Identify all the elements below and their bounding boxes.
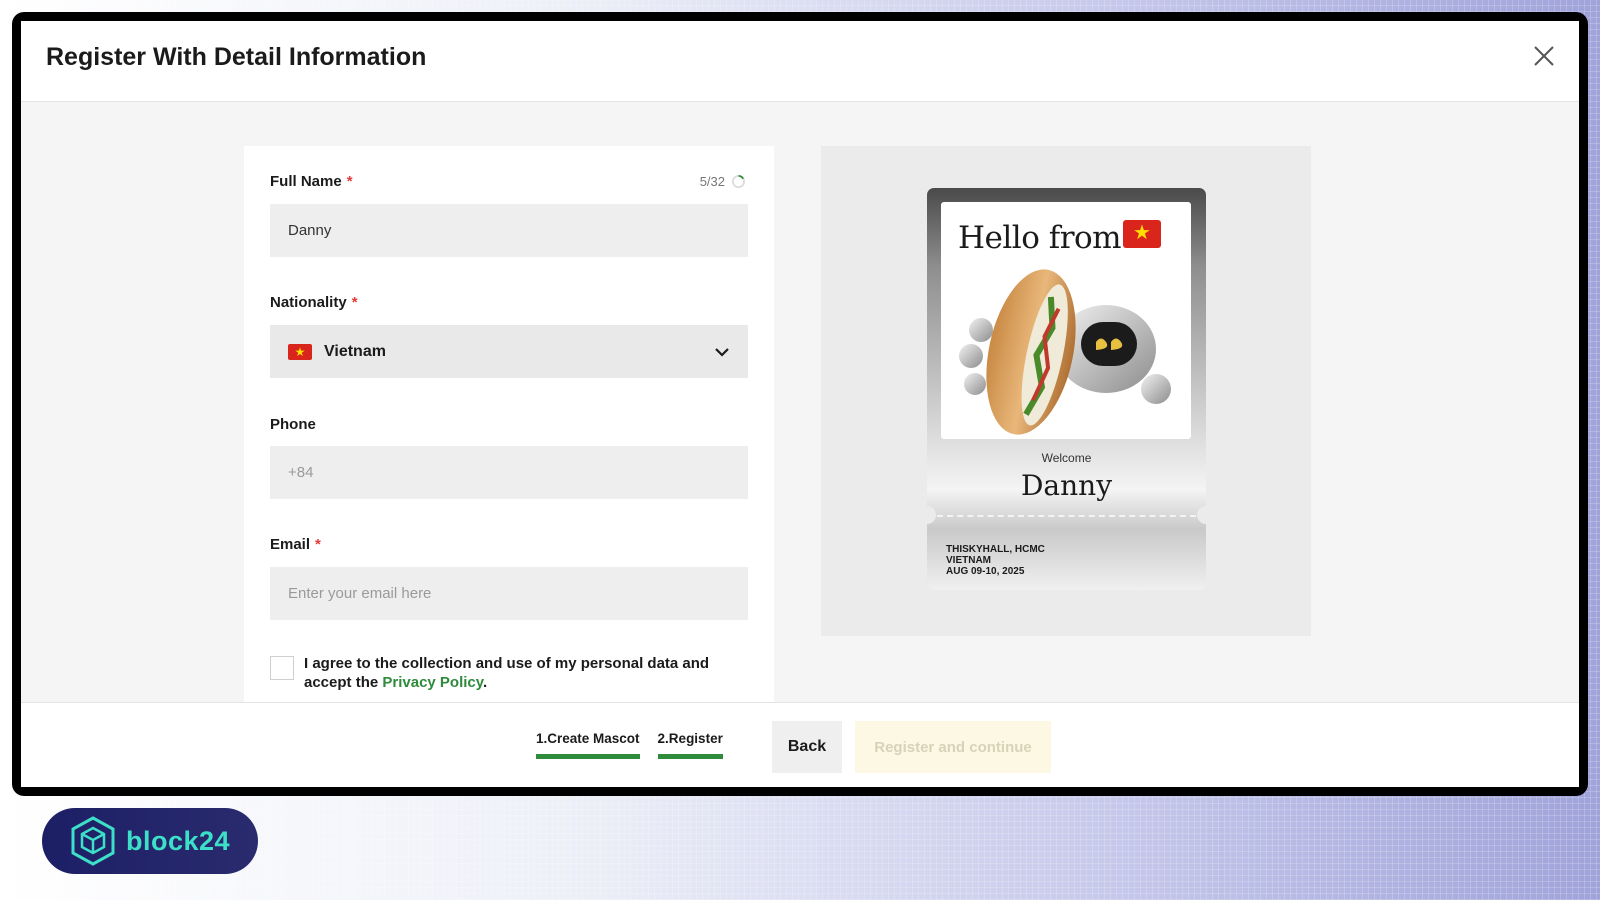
progress-ring-icon [731,174,746,189]
modal-footer: 1.Create Mascot 2.Register Back Register… [21,702,1579,787]
consent-checkbox[interactable] [270,656,294,680]
ticket-notch-right [1197,506,1206,524]
mascot-illustration [959,269,1171,435]
registration-form: Full Name* 5/32 Nationality* ★ Vietnam [244,146,774,726]
privacy-policy-link[interactable]: Privacy Policy [382,674,483,691]
email-input[interactable] [270,567,748,620]
phone-input[interactable] [270,446,748,499]
ticket-preview-panel: Hello from ★ Welcome Danny THISKYHALL, H… [821,146,1311,636]
phone-label: Phone [270,416,316,433]
full-name-input[interactable] [270,204,748,257]
brand-name: block24 [126,825,231,856]
vietnam-flag-icon: ★ [1123,220,1161,248]
ticket-perforation [937,515,1196,517]
modal-title: Register With Detail Information [46,43,427,71]
nationality-select[interactable]: ★ Vietnam [270,325,748,378]
modal-header: Register With Detail Information [21,21,1579,102]
close-icon[interactable] [1531,43,1557,69]
welcome-ticket: Hello from ★ Welcome Danny THISKYHALL, H… [927,188,1206,590]
ticket-photo: Hello from ★ [941,202,1191,439]
ticket-welcome: Welcome [1041,451,1092,465]
vietnam-flag-icon: ★ [288,343,312,360]
modal-body: Register With Detail Information Full Na… [21,21,1579,787]
hexagon-cube-icon [71,816,115,866]
step-indicator: 1.Create Mascot 2.Register [536,731,723,759]
full-name-label: Full Name * [270,173,353,190]
back-button[interactable]: Back [772,721,842,773]
ticket-event-info: THISKYHALL, HCMC VIETNAM AUG 09-10, 2025 [946,544,1045,577]
step-register[interactable]: 2.Register [657,731,723,759]
brand-logo-badge: block24 [42,808,258,874]
ticket-heading: Hello from [958,220,1122,256]
ticket-notch-left [927,506,936,524]
chevron-down-icon [715,347,729,357]
consent-text: I agree to the collection and use of my … [304,655,710,691]
nationality-value: Vietnam [324,342,386,360]
email-label: Email * [270,536,321,553]
register-modal: Register With Detail Information Full Na… [12,12,1588,796]
register-continue-button[interactable]: Register and continue [855,721,1051,773]
nationality-label: Nationality * [270,294,358,311]
ticket-attendee-name: Danny [1020,469,1113,502]
consent-row: I agree to the collection and use of my … [270,654,734,692]
char-counter: 5/32 [700,174,746,189]
step-create-mascot[interactable]: 1.Create Mascot [536,731,640,759]
